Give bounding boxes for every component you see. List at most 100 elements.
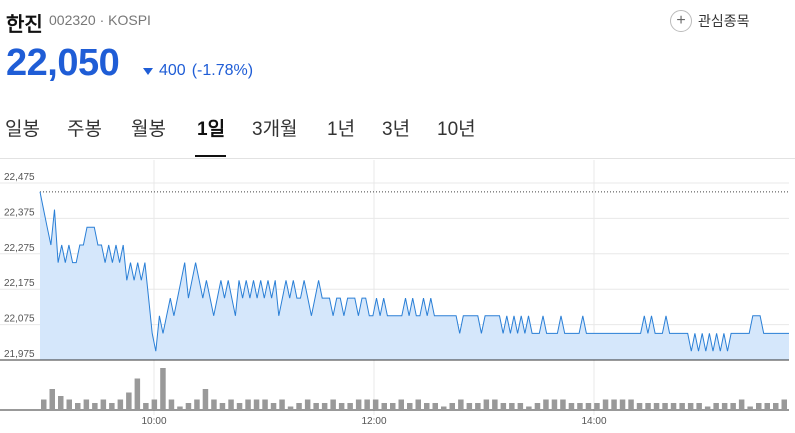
volume-bar (372, 399, 379, 410)
volume-bar (704, 406, 711, 410)
volume-bar (83, 399, 90, 410)
volume-bar (109, 403, 115, 410)
y-tick-label: 22,075 (4, 314, 35, 325)
volume-bar (151, 399, 158, 410)
volume-bar (58, 396, 64, 410)
y-tick-label: 22,375 (4, 207, 35, 218)
volume-bar (185, 403, 192, 410)
tab-monthly[interactable]: 월봉 (131, 114, 166, 141)
volume-bar (594, 403, 600, 410)
volume-bar (551, 399, 558, 410)
volume-bar (330, 399, 336, 410)
volume-bar (49, 389, 55, 410)
volume-bar (262, 399, 268, 410)
volume-bar (483, 399, 490, 410)
volume-bar (202, 389, 209, 410)
volume-bar (577, 403, 583, 410)
volume-bar (730, 403, 736, 410)
x-tick-label: 12:00 (361, 416, 386, 427)
volume-bar (381, 403, 387, 410)
volume-bar (211, 399, 217, 410)
tab-1day[interactable]: 1일 (197, 114, 225, 141)
volume-bar (687, 403, 694, 410)
volume-bar (398, 399, 404, 410)
volume-bar (713, 403, 719, 410)
volume-bar (407, 403, 413, 410)
tab-3years[interactable]: 3년 (382, 114, 410, 141)
volume-bar (253, 399, 260, 410)
volume-bar (313, 403, 319, 410)
volume-bar (738, 399, 745, 410)
volume-bar (602, 399, 609, 410)
volume-bar (619, 399, 626, 410)
volume-bar (781, 399, 787, 410)
volume-bar (160, 368, 166, 410)
volume-bar (415, 399, 421, 410)
change-percent: (-1.78%) (191, 62, 254, 79)
tab-weekly[interactable]: 주봉 (67, 114, 102, 141)
volume-bar (177, 406, 183, 410)
volume-bar (526, 406, 532, 410)
volume-bar (304, 399, 311, 410)
change-amount: 400 (159, 62, 186, 79)
volume-bar (117, 399, 124, 410)
volume-bar (721, 403, 728, 410)
volume-bar (219, 403, 226, 410)
volume-bar (466, 403, 473, 410)
volume-bar (364, 399, 370, 410)
volume-bar (458, 399, 464, 410)
volume-bar (568, 403, 575, 410)
volume-bar (585, 403, 592, 410)
volume-bar (321, 403, 328, 410)
volume-bar (696, 403, 702, 410)
tab-1year[interactable]: 1년 (327, 114, 355, 141)
volume-bar (492, 399, 498, 410)
volume-bar (168, 399, 175, 410)
volume-bar (500, 403, 507, 410)
tab-3months[interactable]: 3개월 (252, 114, 298, 141)
volume-bar (653, 403, 660, 410)
volume-bar (66, 399, 72, 410)
volume-bar (126, 392, 132, 410)
y-tick-label: 21,975 (4, 349, 35, 360)
volume-bar (679, 403, 685, 410)
volume-bar (355, 399, 362, 410)
y-tick-label: 22,275 (4, 243, 35, 254)
price-change: 400 (-1.78%) (143, 62, 253, 80)
plus-icon: + (670, 10, 692, 32)
volume-bar (756, 403, 762, 410)
volume-bar (236, 403, 243, 410)
active-tab-indicator (195, 155, 226, 157)
volume-bar (543, 399, 549, 410)
volume-bar (279, 399, 285, 410)
volume-bar (424, 403, 430, 410)
volume-bar (432, 403, 438, 410)
volume-bar (764, 403, 770, 410)
volume-bar (560, 399, 566, 410)
stock-header: 한진 002320 · KOSPI + 관심종목 22,050 400 (-1.… (0, 0, 795, 100)
volume-bar (347, 403, 353, 410)
volume-bar (636, 403, 643, 410)
volume-bar (296, 403, 302, 410)
volume-bar (100, 399, 107, 410)
volume-bar (270, 403, 277, 410)
watchlist-label: 관심종목 (698, 13, 750, 29)
volume-bar (662, 403, 668, 410)
stock-code-market: 002320 · KOSPI (49, 12, 151, 28)
volume-bar (509, 403, 515, 410)
tab-10years[interactable]: 10년 (437, 114, 476, 141)
volume-bar (628, 399, 634, 410)
volume-bar (143, 403, 149, 410)
volume-bar (75, 403, 81, 410)
add-watchlist-button[interactable]: + 관심종목 (670, 8, 750, 34)
volume-bar (517, 403, 524, 410)
y-tick-label: 22,475 (4, 172, 35, 183)
volume-bar (773, 403, 779, 410)
volume-bar (287, 406, 294, 410)
volume-bar (449, 403, 455, 410)
tabs-divider (0, 158, 795, 159)
intraday-chart[interactable]: 22,475 22,375 22,275 22,175 22,075 21,975 10:0… (0, 160, 795, 433)
tab-daily[interactable]: 일봉 (5, 114, 40, 141)
volume-bar (41, 399, 47, 410)
volume-bar (390, 403, 396, 410)
